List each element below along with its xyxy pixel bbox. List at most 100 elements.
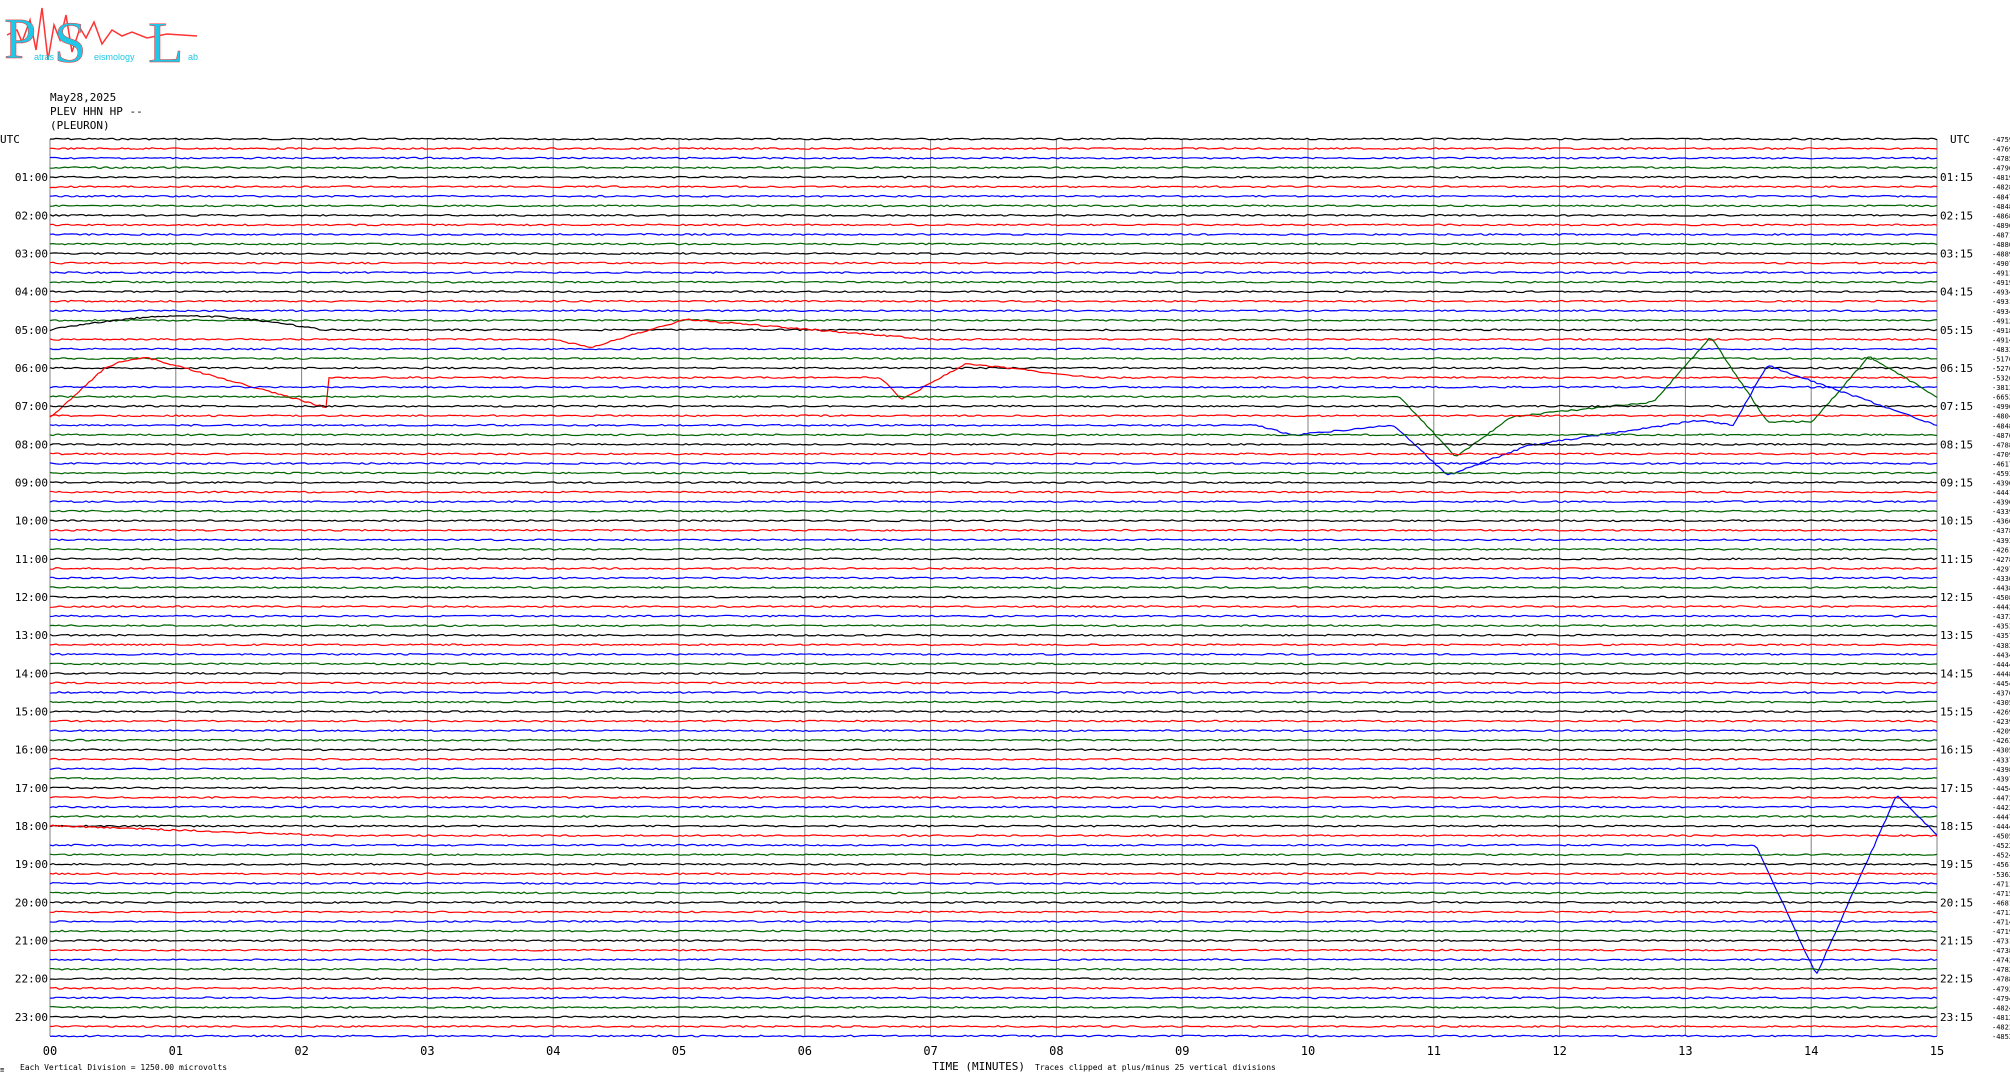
- trace-line-52: [49, 633, 1938, 637]
- corner-mark: ≡: [0, 1066, 4, 1074]
- hour-label-right: 21:15: [1940, 935, 1973, 948]
- trace-line-91: [49, 1005, 1938, 1009]
- x-tick-label: 01: [169, 1044, 183, 1058]
- hour-label-left: 05:00: [15, 324, 48, 337]
- hour-label-right: 13:15: [1940, 629, 1973, 642]
- trace-line-12: [49, 252, 1938, 255]
- trace-line-40: [49, 519, 1937, 523]
- trace-offset-label: -4918: [1992, 327, 2010, 335]
- trace-line-93: [49, 1025, 1938, 1028]
- hour-label-left: 09:00: [15, 477, 48, 490]
- hour-label-right: 14:15: [1940, 667, 1973, 680]
- trace-line-36: [49, 481, 1938, 484]
- trace-line-26: [49, 385, 1938, 389]
- trace-offset-label: -4769: [1992, 146, 2010, 154]
- x-tick-label: 11: [1427, 1044, 1441, 1058]
- trace-line-61: [49, 719, 1938, 723]
- trace-line-3: [50, 166, 1938, 170]
- trace-line-7: [49, 204, 1938, 208]
- trace-offset-label: -4785: [1992, 155, 2010, 163]
- trace-offset-label: -4353: [1992, 623, 2010, 631]
- trace-offset-label: -4824: [1992, 1004, 2010, 1012]
- trace-line-32: [49, 442, 1938, 446]
- hour-label-right: 22:15: [1940, 973, 1973, 986]
- hour-label-left: 11:00: [15, 553, 48, 566]
- trace-line-16: [49, 290, 1938, 294]
- hour-label-left: 21:00: [15, 935, 48, 948]
- trace-offset-label: -4398: [1992, 766, 2010, 774]
- trace-offset-label: -4472: [1992, 794, 2010, 802]
- trace-offset-label: -4823: [1992, 1023, 2010, 1031]
- trace-offset-label: -4759: [1992, 136, 2010, 144]
- trace-offset-label: -4390: [1992, 480, 2010, 488]
- trace-offset-label: -4782: [1992, 966, 2010, 974]
- trace-line-17: [49, 299, 1938, 303]
- trace-line-2: [50, 156, 1938, 160]
- trace-line-21: [49, 318, 1938, 349]
- trace-offset-label: -4852: [1992, 1033, 2010, 1041]
- clip-note: Traces clipped at plus/minus 25 vertical…: [1035, 1063, 1276, 1072]
- hour-label-left: 03:00: [15, 248, 48, 261]
- hour-label-right: 09:15: [1940, 477, 1973, 490]
- trace-line-92: [49, 1015, 1938, 1019]
- x-tick-label: 15: [1930, 1044, 1944, 1058]
- trace-line-80: [49, 900, 1938, 904]
- trace-line-89: [50, 986, 1938, 990]
- hour-label-left: 15:00: [15, 706, 48, 719]
- trace-offset-label: -4868: [1992, 212, 2010, 220]
- trace-line-23: [49, 357, 1937, 360]
- trace-line-79: [49, 891, 1938, 895]
- hour-label-left: 01:00: [15, 171, 48, 184]
- trace-line-64: [49, 748, 1938, 752]
- trace-offset-label: -4383: [1992, 642, 2010, 650]
- trace-offset-label: -4372: [1992, 613, 2010, 621]
- trace-line-88: [50, 977, 1938, 981]
- trace-offset-label: -4593: [1992, 470, 2010, 478]
- trace-line-35: [49, 471, 1938, 475]
- trace-offset-label: -4561: [1992, 861, 2010, 869]
- trace-offset-label: -5362: [1992, 871, 2010, 879]
- x-tick-label: 05: [672, 1044, 686, 1058]
- trace-offset-label: -4848: [1992, 203, 2010, 211]
- trace-line-14: [49, 271, 1938, 275]
- trace-line-1: [49, 147, 1938, 150]
- trace-line-78: [49, 881, 1938, 885]
- trace-line-70: [49, 805, 1938, 809]
- x-tick-label: 10: [1301, 1044, 1315, 1058]
- hour-label-right: 16:15: [1940, 744, 1973, 757]
- trace-offset-label: -4261: [1992, 546, 2010, 554]
- hour-label-right: 10:15: [1940, 515, 1973, 528]
- trace-offset-label: -4239: [1992, 718, 2010, 726]
- x-tick-label: 04: [546, 1044, 560, 1058]
- trace-line-15: [49, 280, 1938, 284]
- trace-offset-label: -4337: [1992, 756, 2010, 764]
- trace-offset-label: -4444: [1992, 661, 2010, 669]
- trace-line-41: [49, 528, 1938, 532]
- trace-offset-label: -4378: [1992, 527, 2010, 535]
- hour-label-left: 07:00: [15, 400, 48, 413]
- trace-offset-label: -4278: [1992, 556, 2010, 564]
- trace-offset-label: -4804: [1992, 413, 2010, 421]
- trace-offset-label: -4914: [1992, 336, 2010, 344]
- trace-offset-label: -4617: [1992, 460, 2010, 468]
- trace-offset-label: -4934: [1992, 308, 2010, 316]
- trace-offset-label: -4792: [1992, 985, 2010, 993]
- trace-line-60: [49, 710, 1938, 713]
- trace-line-8: [49, 213, 1938, 217]
- hour-label-right: 08:15: [1940, 438, 1973, 451]
- hour-label-left: 06:00: [15, 362, 48, 375]
- trace-line-71: [49, 815, 1938, 818]
- trace-offset-label: -4742: [1992, 957, 2010, 965]
- trace-line-72: [49, 824, 1938, 828]
- hour-label-left: 22:00: [15, 973, 48, 986]
- trace-offset-label: -5326: [1992, 375, 2010, 383]
- trace-line-6: [49, 194, 1938, 198]
- hour-label-right: 02:15: [1940, 209, 1973, 222]
- trace-line-94: [49, 1034, 1938, 1038]
- hour-label-right: 03:15: [1940, 248, 1973, 261]
- hour-label-right: 12:15: [1940, 591, 1973, 604]
- trace-line-76: [49, 862, 1938, 866]
- x-tick-label: 12: [1552, 1044, 1566, 1058]
- trace-offset-label: -4833: [1992, 346, 2010, 354]
- x-axis-title: TIME (MINUTES): [932, 1060, 1025, 1073]
